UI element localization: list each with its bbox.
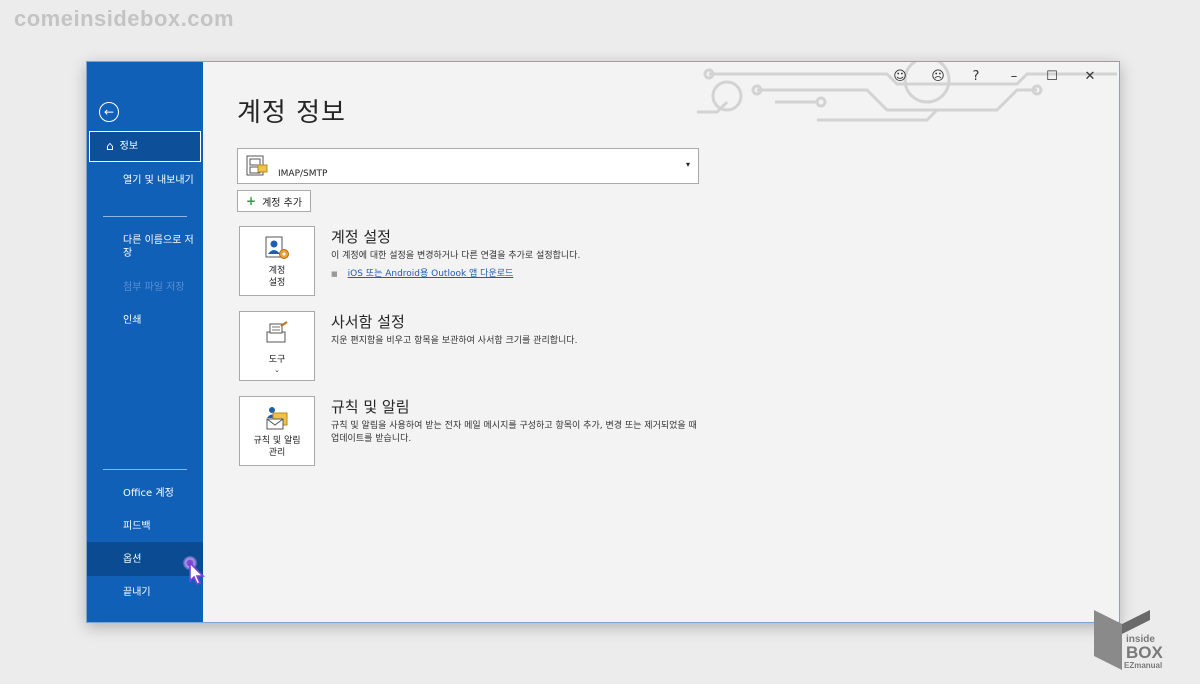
plus-icon: + (246, 194, 257, 208)
download-mobile-app-link[interactable]: ■ iOS 또는 Android용 Outlook 앱 다운로드 (331, 266, 513, 279)
sidebar-divider (103, 469, 187, 470)
sidebar-item-label: 정보 (119, 141, 139, 152)
chevron-down-icon: ⌄ (274, 366, 280, 374)
page-title: 계정 정보 (237, 98, 346, 128)
add-account-button[interactable]: + 계정 추가 (237, 190, 312, 212)
rules-alerts-icon (266, 407, 288, 430)
sidebar-item-office-account[interactable]: Office 계정 (87, 487, 203, 500)
frown-feedback-icon[interactable]: ☹ (919, 66, 957, 86)
section-description: 이 계정에 대한 설정을 변경하거나 다른 연결을 추가로 설정합니다. (331, 251, 581, 261)
account-settings-button[interactable]: 계정 설정 (239, 226, 315, 296)
insidebox-logo: inside BOX EZmanual (1094, 610, 1164, 670)
sidebar-item-save-attachments: 첨부 파일 저장 (123, 282, 185, 293)
tile-label: 규칙 및 알림 관리 (253, 436, 301, 458)
mail-account-icon (246, 155, 268, 176)
watermark-text: comeinsidebox.com (14, 6, 235, 31)
account-name: IMAP/SMTP (278, 169, 328, 179)
section-description: 규칙 및 알림을 사용하여 받는 전자 메일 메시지를 구성하고 항목이 추가,… (331, 421, 697, 444)
backstage-sidebar: ← ⌂ 정보 열기 및 내보내기 다른 이름으로 저장 첨부 파일 저장 인쇄 … (87, 62, 203, 622)
sidebar-item-save-as[interactable]: 다른 이름으로 저장 (87, 234, 197, 260)
section-description: 지운 편지함을 비우고 항목을 보관하여 사서함 크기를 관리합니다. (331, 336, 578, 346)
help-icon[interactable]: ? (957, 66, 995, 86)
sidebar-divider (103, 216, 187, 217)
tile-label: 계정 설정 (268, 266, 286, 288)
mouse-cursor-icon (189, 562, 205, 585)
manage-rules-alerts-button[interactable]: 규칙 및 알림 관리 (239, 396, 315, 466)
outlook-backstage-window: ← ⌂ 정보 열기 및 내보내기 다른 이름으로 저장 첨부 파일 저장 인쇄 … (86, 61, 1120, 623)
tools-button[interactable]: 도구 ⌄ (239, 311, 315, 381)
bullet-icon: ■ (331, 270, 338, 278)
sidebar-item-exit[interactable]: 끝내기 (87, 586, 203, 599)
account-dropdown[interactable]: IMAP/SMTP ▾ (237, 148, 699, 184)
sidebar-item-print[interactable]: 인쇄 (87, 314, 203, 327)
titlebar-controls: ☺ ☹ ? – ☐ ✕ (881, 66, 1109, 86)
maximize-icon[interactable]: ☐ (1033, 66, 1071, 86)
sidebar-item-open-export[interactable]: 열기 및 내보내기 (87, 174, 197, 187)
section-title: 사서함 설정 (331, 313, 405, 331)
logo-text-box: BOX (1126, 643, 1164, 662)
smile-feedback-icon[interactable]: ☺ (881, 66, 919, 86)
tools-icon (266, 321, 288, 343)
minimize-icon[interactable]: – (995, 66, 1033, 86)
sidebar-item-feedback[interactable]: 피드백 (87, 520, 203, 533)
link-label: iOS 또는 Android용 Outlook 앱 다운로드 (347, 269, 514, 279)
sidebar-item-label: 옵션 (123, 553, 142, 565)
account-settings-icon (265, 236, 289, 259)
logo-text-ezmanual: EZmanual (1124, 661, 1162, 670)
back-arrow-icon[interactable]: ← (99, 102, 119, 122)
add-account-label: 계정 추가 (262, 197, 303, 209)
tile-label: 도구 (268, 355, 286, 365)
home-icon: ⌂ (106, 139, 114, 153)
section-title: 규칙 및 알림 (331, 398, 410, 416)
sidebar-item-info[interactable]: ⌂ 정보 (89, 131, 201, 162)
close-icon[interactable]: ✕ (1071, 66, 1109, 86)
section-title: 계정 설정 (331, 228, 391, 246)
chevron-down-icon: ▾ (685, 160, 690, 169)
account-info-pane: ☺ ☹ ? – ☐ ✕ 계정 정보 IMAP/SMTP ▾ + 계정 추가 계정… (203, 62, 1119, 622)
